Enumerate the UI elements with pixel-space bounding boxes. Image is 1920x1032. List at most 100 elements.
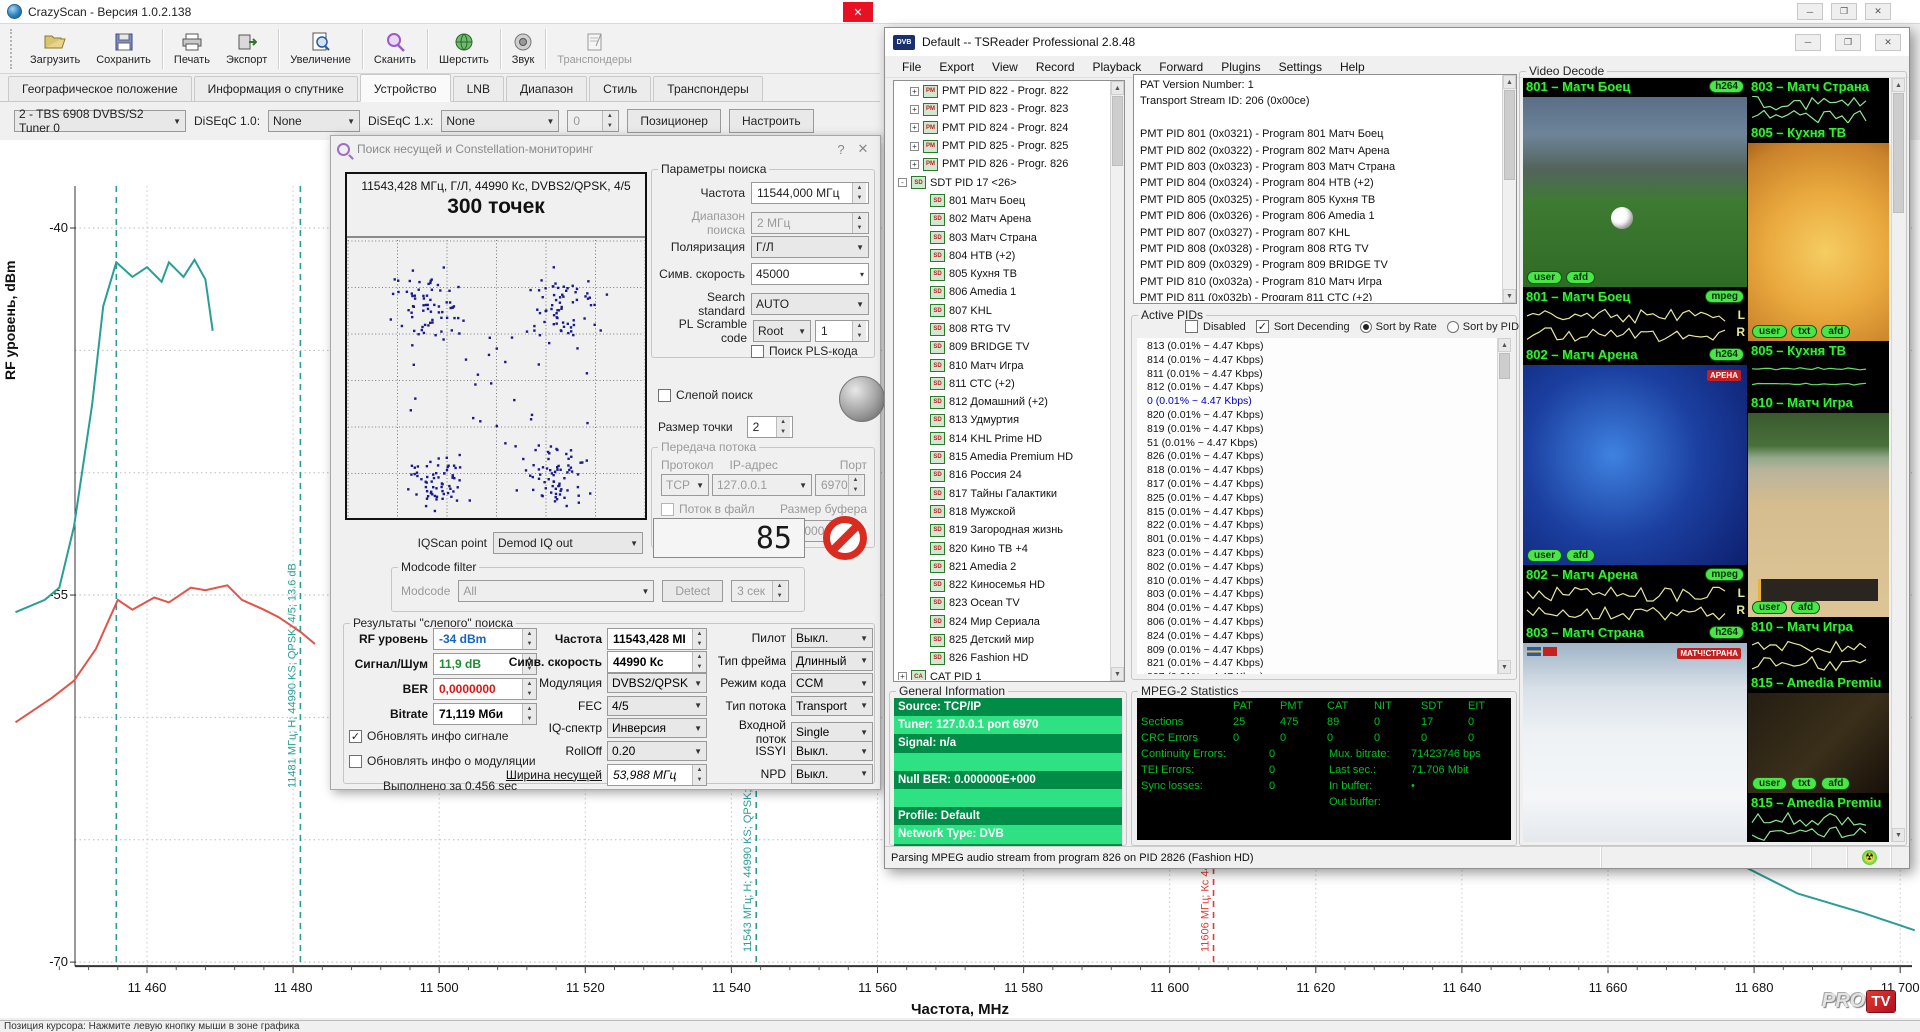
tree-item[interactable]: SD804 НТВ (+2) xyxy=(896,247,1109,265)
audio-tile[interactable]: 801 – Матч БоецmpegLR xyxy=(1523,288,1747,346)
toolbar-button-globe-search[interactable]: Шерстить xyxy=(431,26,497,72)
tree-item[interactable]: SD825 Детский мир xyxy=(896,631,1109,649)
stream-to-file-checkbox[interactable] xyxy=(661,503,674,516)
video-tile[interactable]: 801 – Матч Боецh264userafd xyxy=(1523,78,1747,288)
audio-tile[interactable]: 803 – Матч Страна xyxy=(1748,78,1889,124)
result-value-select[interactable]: Выкл.▼ xyxy=(791,741,873,761)
menu-record[interactable]: Record xyxy=(1027,58,1084,76)
pl-scramble-mode-select[interactable]: Root▼ xyxy=(753,320,811,342)
pid-entry[interactable]: 809 (0.01% ~ 4.47 Kbps) xyxy=(1137,644,1495,658)
pid-entry[interactable]: 0 (0.01% ~ 4.47 Kbps) xyxy=(1137,395,1495,409)
ip-select[interactable]: 127.0.0.1▼ xyxy=(712,474,812,496)
search-standard-select[interactable]: AUTO▼ xyxy=(751,293,869,315)
blind-search-checkbox[interactable] xyxy=(658,389,671,402)
minimize-button[interactable]: ─ xyxy=(1797,3,1823,20)
pid-entry[interactable]: 825 (0.01% ~ 4.47 Kbps) xyxy=(1137,492,1495,506)
tree-item[interactable]: SD802 Матч Арена xyxy=(896,210,1109,228)
menu-help[interactable]: Help xyxy=(1331,58,1374,76)
tree-item[interactable]: SD811 СТС (+2) xyxy=(896,375,1109,393)
video-tile[interactable]: 815 – Amedia Premiuusertxtafd xyxy=(1748,674,1889,794)
tree-item[interactable]: SD810 Матч Игра xyxy=(896,356,1109,374)
search-range-stepper[interactable]: 2 МГц▲▼ xyxy=(751,212,869,234)
expand-icon[interactable]: + xyxy=(910,123,919,132)
up[interactable]: ▲ xyxy=(693,652,706,662)
dn[interactable]: ▼ xyxy=(853,193,866,203)
result-value-select[interactable]: Single▼ xyxy=(791,722,873,742)
audio-tile[interactable]: 810 – Матч Игра xyxy=(1748,618,1889,674)
configure-button[interactable]: Настроить xyxy=(729,109,814,133)
toolbar-button-transponder-list[interactable]: Транспондеры xyxy=(549,26,640,72)
pid-entry[interactable]: 823 (0.01% ~ 4.47 Kbps) xyxy=(1137,547,1495,561)
video-tile[interactable]: 805 – Кухня ТВusertxtafd xyxy=(1748,124,1889,342)
active-pids-list[interactable]: 813 (0.01% ~ 4.47 Kbps)814 (0.01% ~ 4.47… xyxy=(1137,338,1511,674)
tuner-select[interactable]: 2 - TBS 6908 DVBS/S2 Tuner 0▼ xyxy=(14,110,186,132)
pid-entry[interactable]: 811 (0.01% ~ 4.47 Kbps) xyxy=(1137,368,1495,382)
polarization-select[interactable]: Г/Л▼ xyxy=(751,236,869,258)
frequency-stepper[interactable]: 11544,000 МГц▲▼ xyxy=(751,182,869,204)
tree-item[interactable]: -SDSDT PID 17 <26> xyxy=(896,173,1109,191)
constellation-dialog-titlebar[interactable]: Поиск несущей и Constellation-мониторинг… xyxy=(331,136,880,162)
tsreader-titlebar[interactable]: DVB Default -- TSReader Professional 2.8… xyxy=(885,28,1909,56)
tab-географическое-положение[interactable]: Географическое положение xyxy=(8,76,192,101)
menu-plugins[interactable]: Plugins xyxy=(1212,58,1269,76)
up[interactable]: ▲ xyxy=(693,629,706,639)
expand-icon[interactable]: + xyxy=(910,87,919,96)
dialog-close-button[interactable]: ✕ xyxy=(852,141,874,157)
pid-entry[interactable]: 803 (0.01% ~ 4.47 Kbps) xyxy=(1137,588,1495,602)
up[interactable]: ▲ xyxy=(853,321,866,331)
toolbar-button-folder-open[interactable]: Загрузить xyxy=(22,26,88,72)
update-signal-info-checkbox[interactable]: ✓ xyxy=(349,730,362,743)
frequency-spin-arrows[interactable]: ▲▼ xyxy=(852,183,866,203)
detect-interval-stepper[interactable]: 3 сек▲▼ xyxy=(731,580,789,602)
tab-информация-о-спутнике[interactable]: Информация о спутнике xyxy=(194,76,358,101)
tree-item[interactable]: SD814 KHL Prime HD xyxy=(896,430,1109,448)
tree-item[interactable]: SD822 Киносемья HD xyxy=(896,576,1109,594)
dn[interactable]: ▼ xyxy=(853,331,866,341)
iqscan-select[interactable]: Demod IQ out▼ xyxy=(493,532,643,554)
sort-by-pid-radio[interactable] xyxy=(1447,321,1459,333)
result-value-select[interactable]: Инверсия▼ xyxy=(607,718,707,738)
tree-item[interactable]: SD801 Матч Боец xyxy=(896,192,1109,210)
tree-item[interactable]: SD815 Amedia Premium HD xyxy=(896,448,1109,466)
toolbar-drag-handle[interactable] xyxy=(10,29,14,69)
collapse-icon[interactable]: - xyxy=(898,178,907,187)
stop-icon[interactable] xyxy=(823,516,867,560)
close-button[interactable]: ✕ xyxy=(1865,3,1891,20)
expand-icon[interactable]: + xyxy=(898,672,907,680)
pid-entry[interactable]: 802 (0.01% ~ 4.47 Kbps) xyxy=(1137,561,1495,575)
result-value-select[interactable]: DVBS2/QPSK▼ xyxy=(607,673,707,693)
pid-entry[interactable]: 804 (0.01% ~ 4.47 Kbps) xyxy=(1137,602,1495,616)
result-value-stepper[interactable]: 53,988 МГц▲▼ xyxy=(607,764,707,786)
menu-export[interactable]: Export xyxy=(930,58,983,76)
spin-arrows[interactable]: ▲▼ xyxy=(692,629,706,649)
tree-item[interactable]: +PMPMT PID 824 - Progr. 824 xyxy=(896,119,1109,137)
tab-устройство[interactable]: Устройство xyxy=(360,74,451,102)
tree-item[interactable]: SD813 Удмуртия xyxy=(896,411,1109,429)
toolbar-button-scan-magnifier[interactable]: Сканить xyxy=(366,26,424,72)
result-value-select[interactable]: Выкл.▼ xyxy=(791,764,873,784)
tree-item[interactable]: +CACAT PID 1 xyxy=(896,668,1109,681)
tree-item[interactable]: SD808 RTG TV xyxy=(896,320,1109,338)
dot-size-stepper[interactable]: 2▲▼ xyxy=(747,416,793,438)
crazyscan-close-button[interactable]: ✕ xyxy=(843,2,873,22)
up[interactable]: ▲ xyxy=(853,183,866,193)
dialog-help-button[interactable]: ? xyxy=(830,142,852,157)
tab-стиль[interactable]: Стиль xyxy=(589,76,651,101)
search-range-spin-arrows[interactable]: ▲▼ xyxy=(852,213,866,233)
pid-entry[interactable]: 821 (0.01% ~ 4.47 Kbps) xyxy=(1137,657,1495,671)
menu-view[interactable]: View xyxy=(983,58,1027,76)
audio-tile[interactable]: 802 – Матч АренаmpegLR xyxy=(1523,566,1747,624)
pid-tree-panel[interactable]: +PMPMT PID 822 - Progr. 822+PMPMT PID 82… xyxy=(893,80,1125,682)
pid-entry[interactable]: 818 (0.01% ~ 4.47 Kbps) xyxy=(1137,464,1495,478)
pid-entry[interactable]: 812 (0.01% ~ 4.47 Kbps) xyxy=(1137,381,1495,395)
protocol-select[interactable]: TCP▼ xyxy=(661,474,709,496)
pid-entry[interactable]: 819 (0.01% ~ 4.47 Kbps) xyxy=(1137,423,1495,437)
spin-arrows[interactable]: ▲▼ xyxy=(692,652,706,672)
tsreader-minimize-button[interactable]: ─ xyxy=(1795,34,1821,51)
pid-entry[interactable]: 810 (0.01% ~ 4.47 Kbps) xyxy=(1137,575,1495,589)
pat-info-panel[interactable]: PAT Version Number: 1Transport Stream ID… xyxy=(1133,74,1517,304)
tree-item[interactable]: SD823 Ocean TV xyxy=(896,594,1109,612)
spin-arrows[interactable]: ▲▼ xyxy=(692,765,706,785)
tree-item[interactable]: SD820 Кино ТВ +4 xyxy=(896,539,1109,557)
dn[interactable]: ▼ xyxy=(693,662,706,672)
